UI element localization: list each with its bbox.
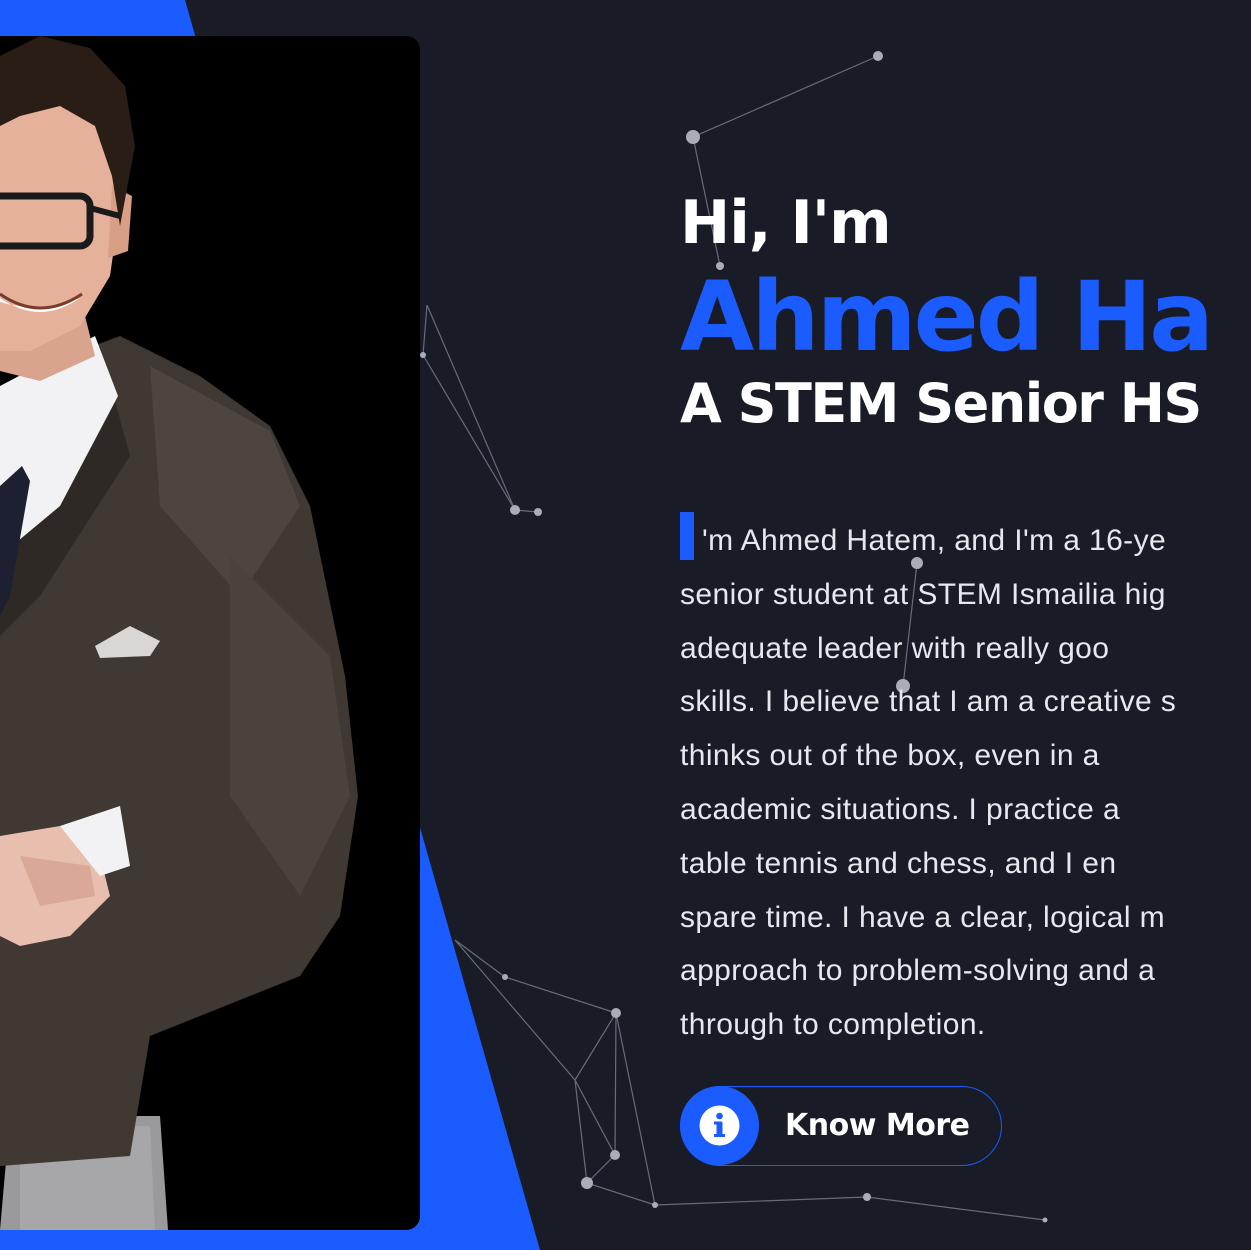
portrait-photo <box>0 36 420 1230</box>
bio-line: spare time. I have a clear, logical m <box>680 900 1166 934</box>
dropcap-bar <box>680 512 694 560</box>
know-more-label: Know More <box>785 1108 970 1143</box>
bio-paragraph: 'm Ahmed Hatem, and I'm a 16-ye senior s… <box>680 512 1251 1052</box>
role-subheading: A STEM Senior HS <box>680 372 1202 435</box>
bio-line: skills. I believe that I am a creative s <box>680 685 1177 719</box>
portrait-illustration <box>0 36 420 1230</box>
greeting-text: Hi, I'm <box>680 188 892 258</box>
bio-line: approach to problem-solving and a <box>680 954 1156 988</box>
hero-heading-group: Hi, I'm Ahmed Ha A STEM Senior HS <box>680 185 1251 435</box>
bio-line: through to completion. <box>680 1008 986 1042</box>
know-more-button[interactable]: Know More <box>680 1086 1002 1166</box>
bio-line-text: 'm Ahmed Hatem, and I'm a 16-ye <box>702 524 1167 557</box>
name-heading: Ahmed Ha <box>680 261 1214 373</box>
bio-line: academic situations. I practice a <box>680 792 1121 826</box>
bio-line: adequate leader with really goo <box>680 631 1110 665</box>
info-icon <box>699 1105 740 1146</box>
info-icon-disc <box>680 1086 759 1165</box>
hero-section: Hi, I'm Ahmed Ha A STEM Senior HS 'm Ahm… <box>0 0 1251 1250</box>
bio-line: thinks out of the box, even in a <box>680 739 1100 773</box>
bio-line: 'm Ahmed Hatem, and I'm a 16-ye <box>680 512 1251 568</box>
bio-line: senior student at STEM Ismailia hig <box>680 577 1166 611</box>
bio-line: table tennis and chess, and I en <box>680 846 1117 880</box>
